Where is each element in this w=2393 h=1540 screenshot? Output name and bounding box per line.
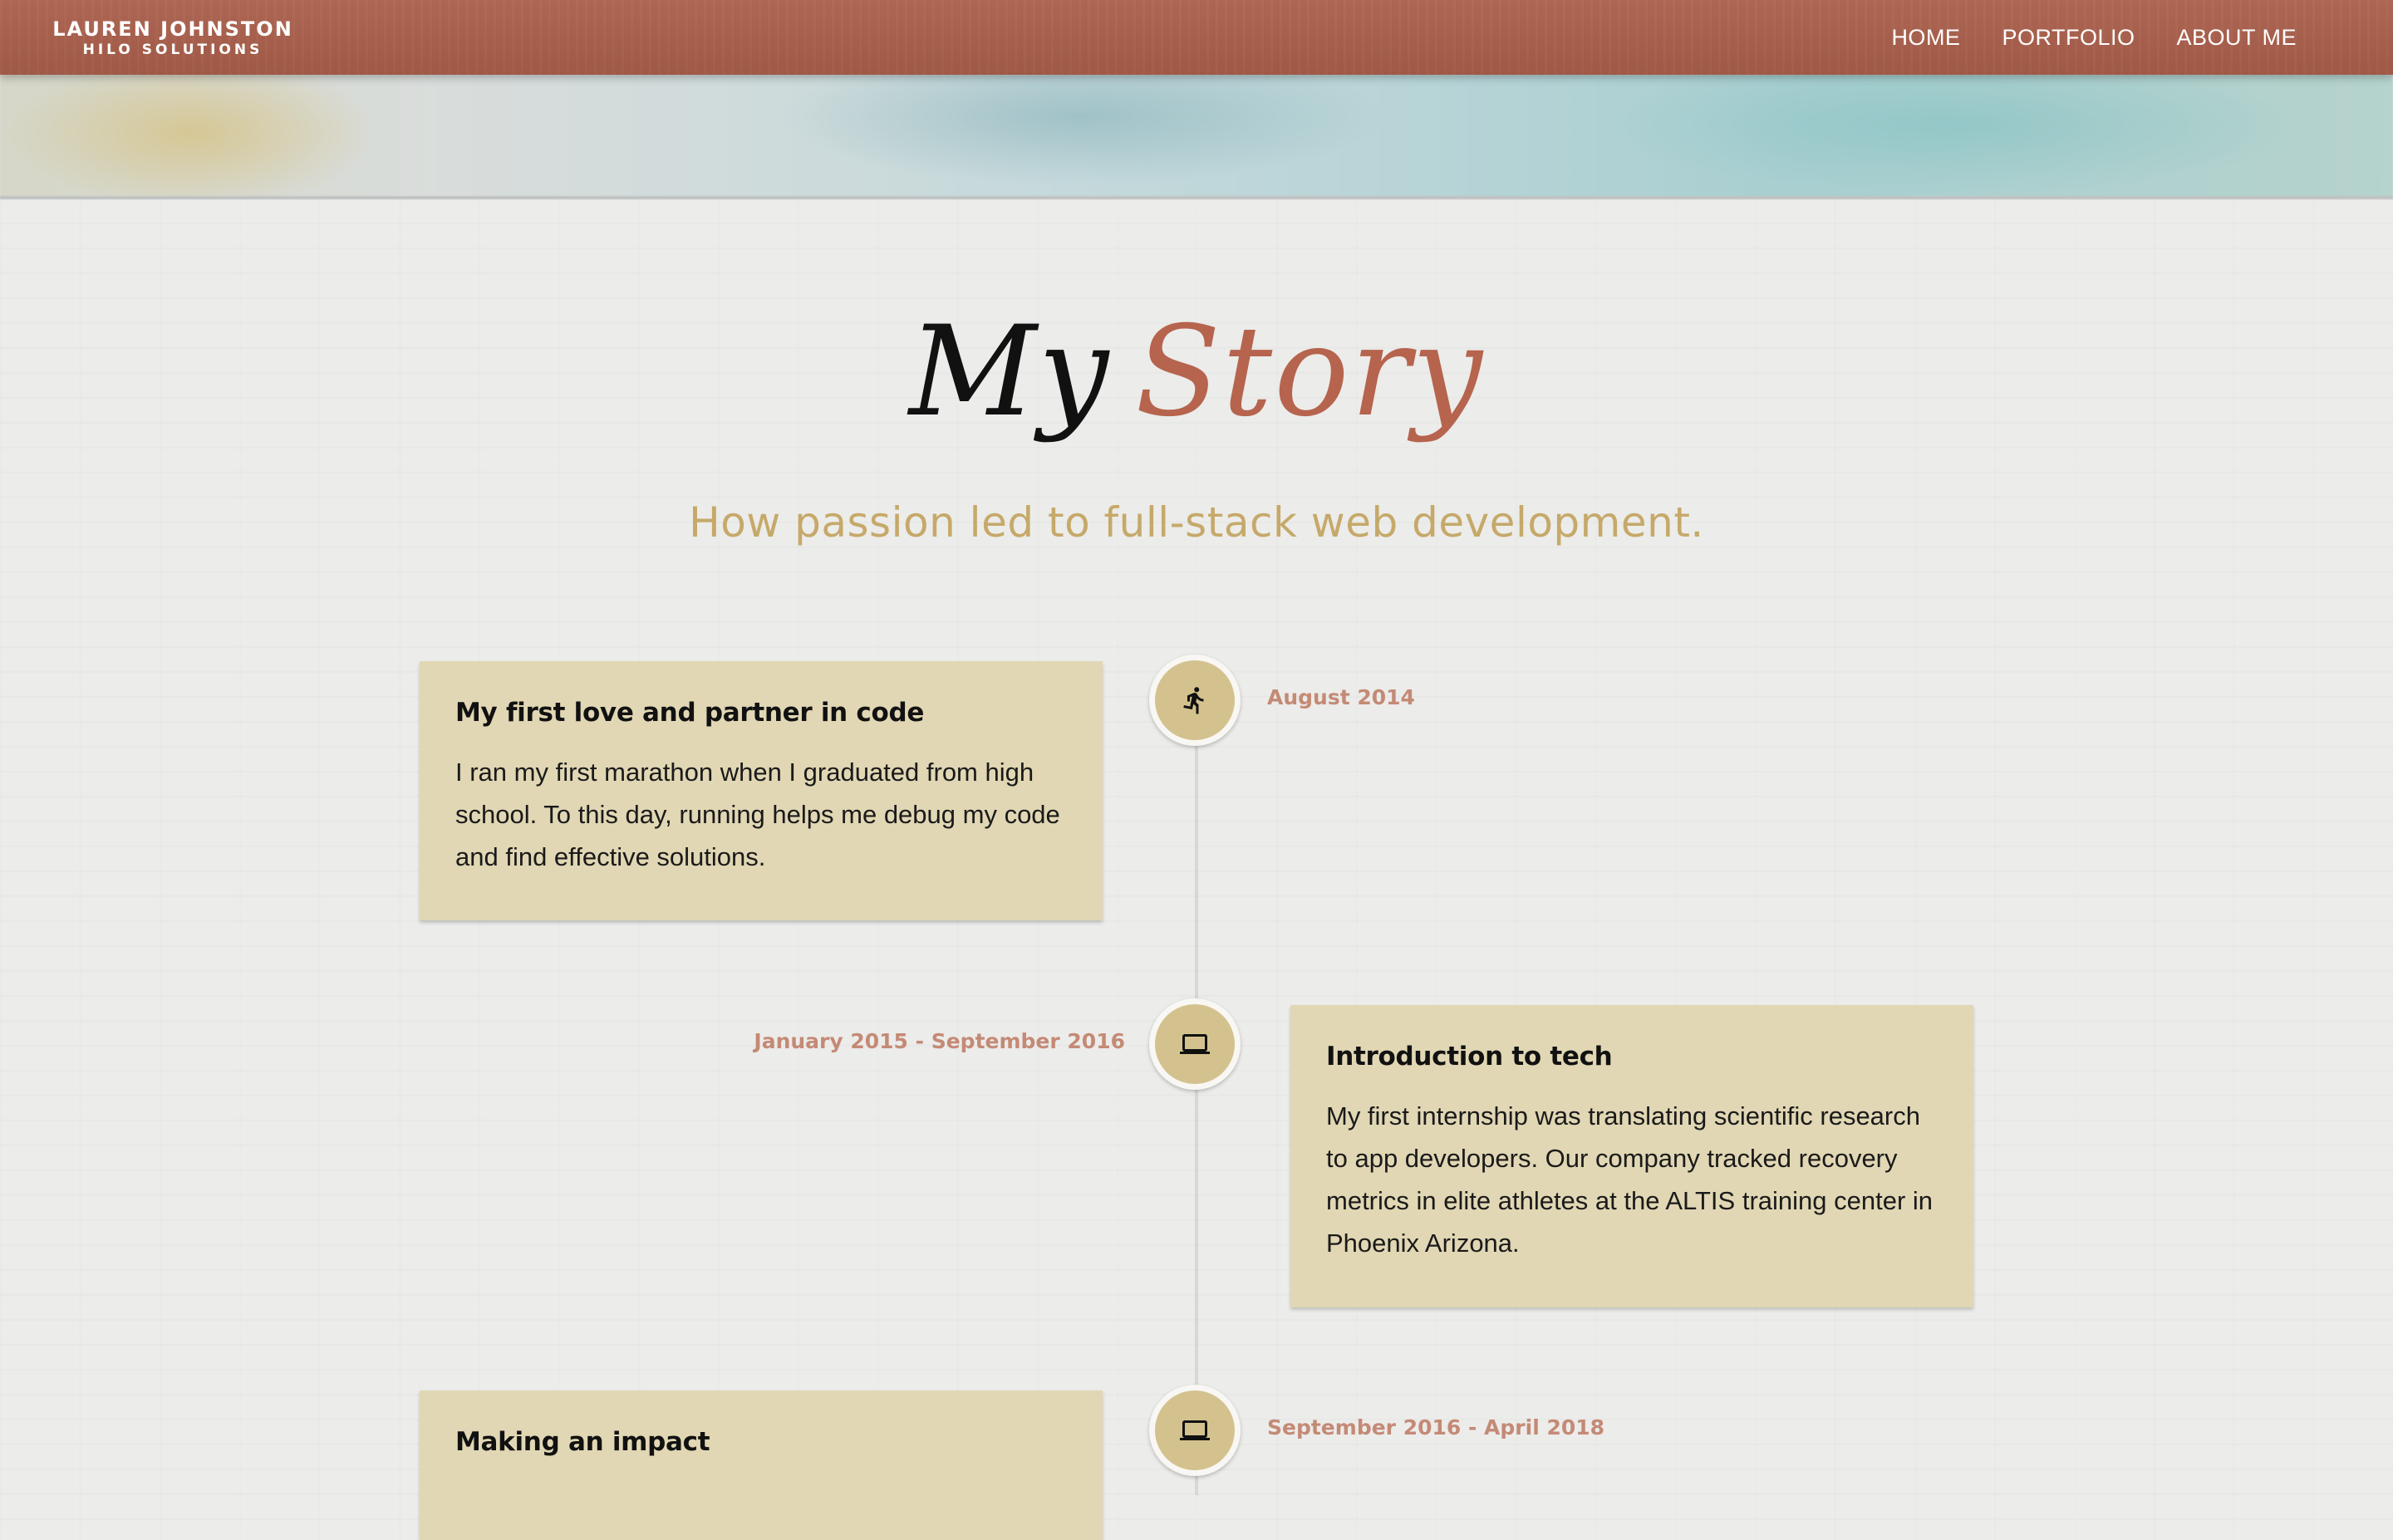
timeline-card: Making an impact: [420, 1390, 1103, 1540]
laptop-icon: [1180, 1420, 1210, 1440]
timeline-card-text: My first internship was translating scie…: [1326, 1101, 1934, 1258]
running-icon: [1183, 687, 1204, 714]
page-title-part-2: Story: [1135, 300, 1485, 444]
page-subtitle: How passion led to full-stack web develo…: [689, 498, 1704, 547]
nav-links: HOME PORTFOLIO ABOUT ME: [1891, 0, 2297, 75]
hero-banner-image: [0, 75, 2393, 199]
timeline-date: August 2014: [1267, 685, 1415, 709]
top-navbar: LAUREN JOHNSTON HILO SOLUTIONS HOME PORT…: [0, 0, 2393, 75]
timeline-card-title: Introduction to tech: [1326, 1042, 1613, 1072]
timeline-marker: [1149, 998, 1241, 1090]
brand-subtitle: HILO SOLUTIONS: [82, 42, 263, 58]
timeline-card: My first love and partner in code I ran …: [420, 661, 1103, 920]
page-title-part-1: My: [908, 300, 1111, 444]
timeline-card-title: Making an impact: [455, 1427, 710, 1457]
timeline-card: Introduction to tech My first internship…: [1290, 1005, 1973, 1307]
brand-name: LAUREN JOHNSTON: [52, 17, 293, 41]
nav-link-portfolio[interactable]: PORTFOLIO: [2002, 25, 2135, 51]
brand-logo[interactable]: LAUREN JOHNSTON HILO SOLUTIONS: [52, 17, 294, 58]
timeline-marker: [1149, 1385, 1241, 1476]
page-title: My Story: [0, 297, 2393, 447]
nav-link-about-me[interactable]: ABOUT ME: [2176, 25, 2297, 51]
timeline-marker: [1149, 655, 1241, 746]
timeline-date: September 2016 - April 2018: [1267, 1415, 1605, 1439]
timeline-card-title: My first love and partner in code: [455, 698, 925, 728]
timeline-card-text: I ran my first marathon when I graduated…: [455, 758, 1060, 871]
laptop-icon: [1180, 1034, 1210, 1054]
nav-link-home[interactable]: HOME: [1891, 25, 1960, 51]
timeline-date: January 2015 - September 2016: [754, 1029, 1125, 1053]
